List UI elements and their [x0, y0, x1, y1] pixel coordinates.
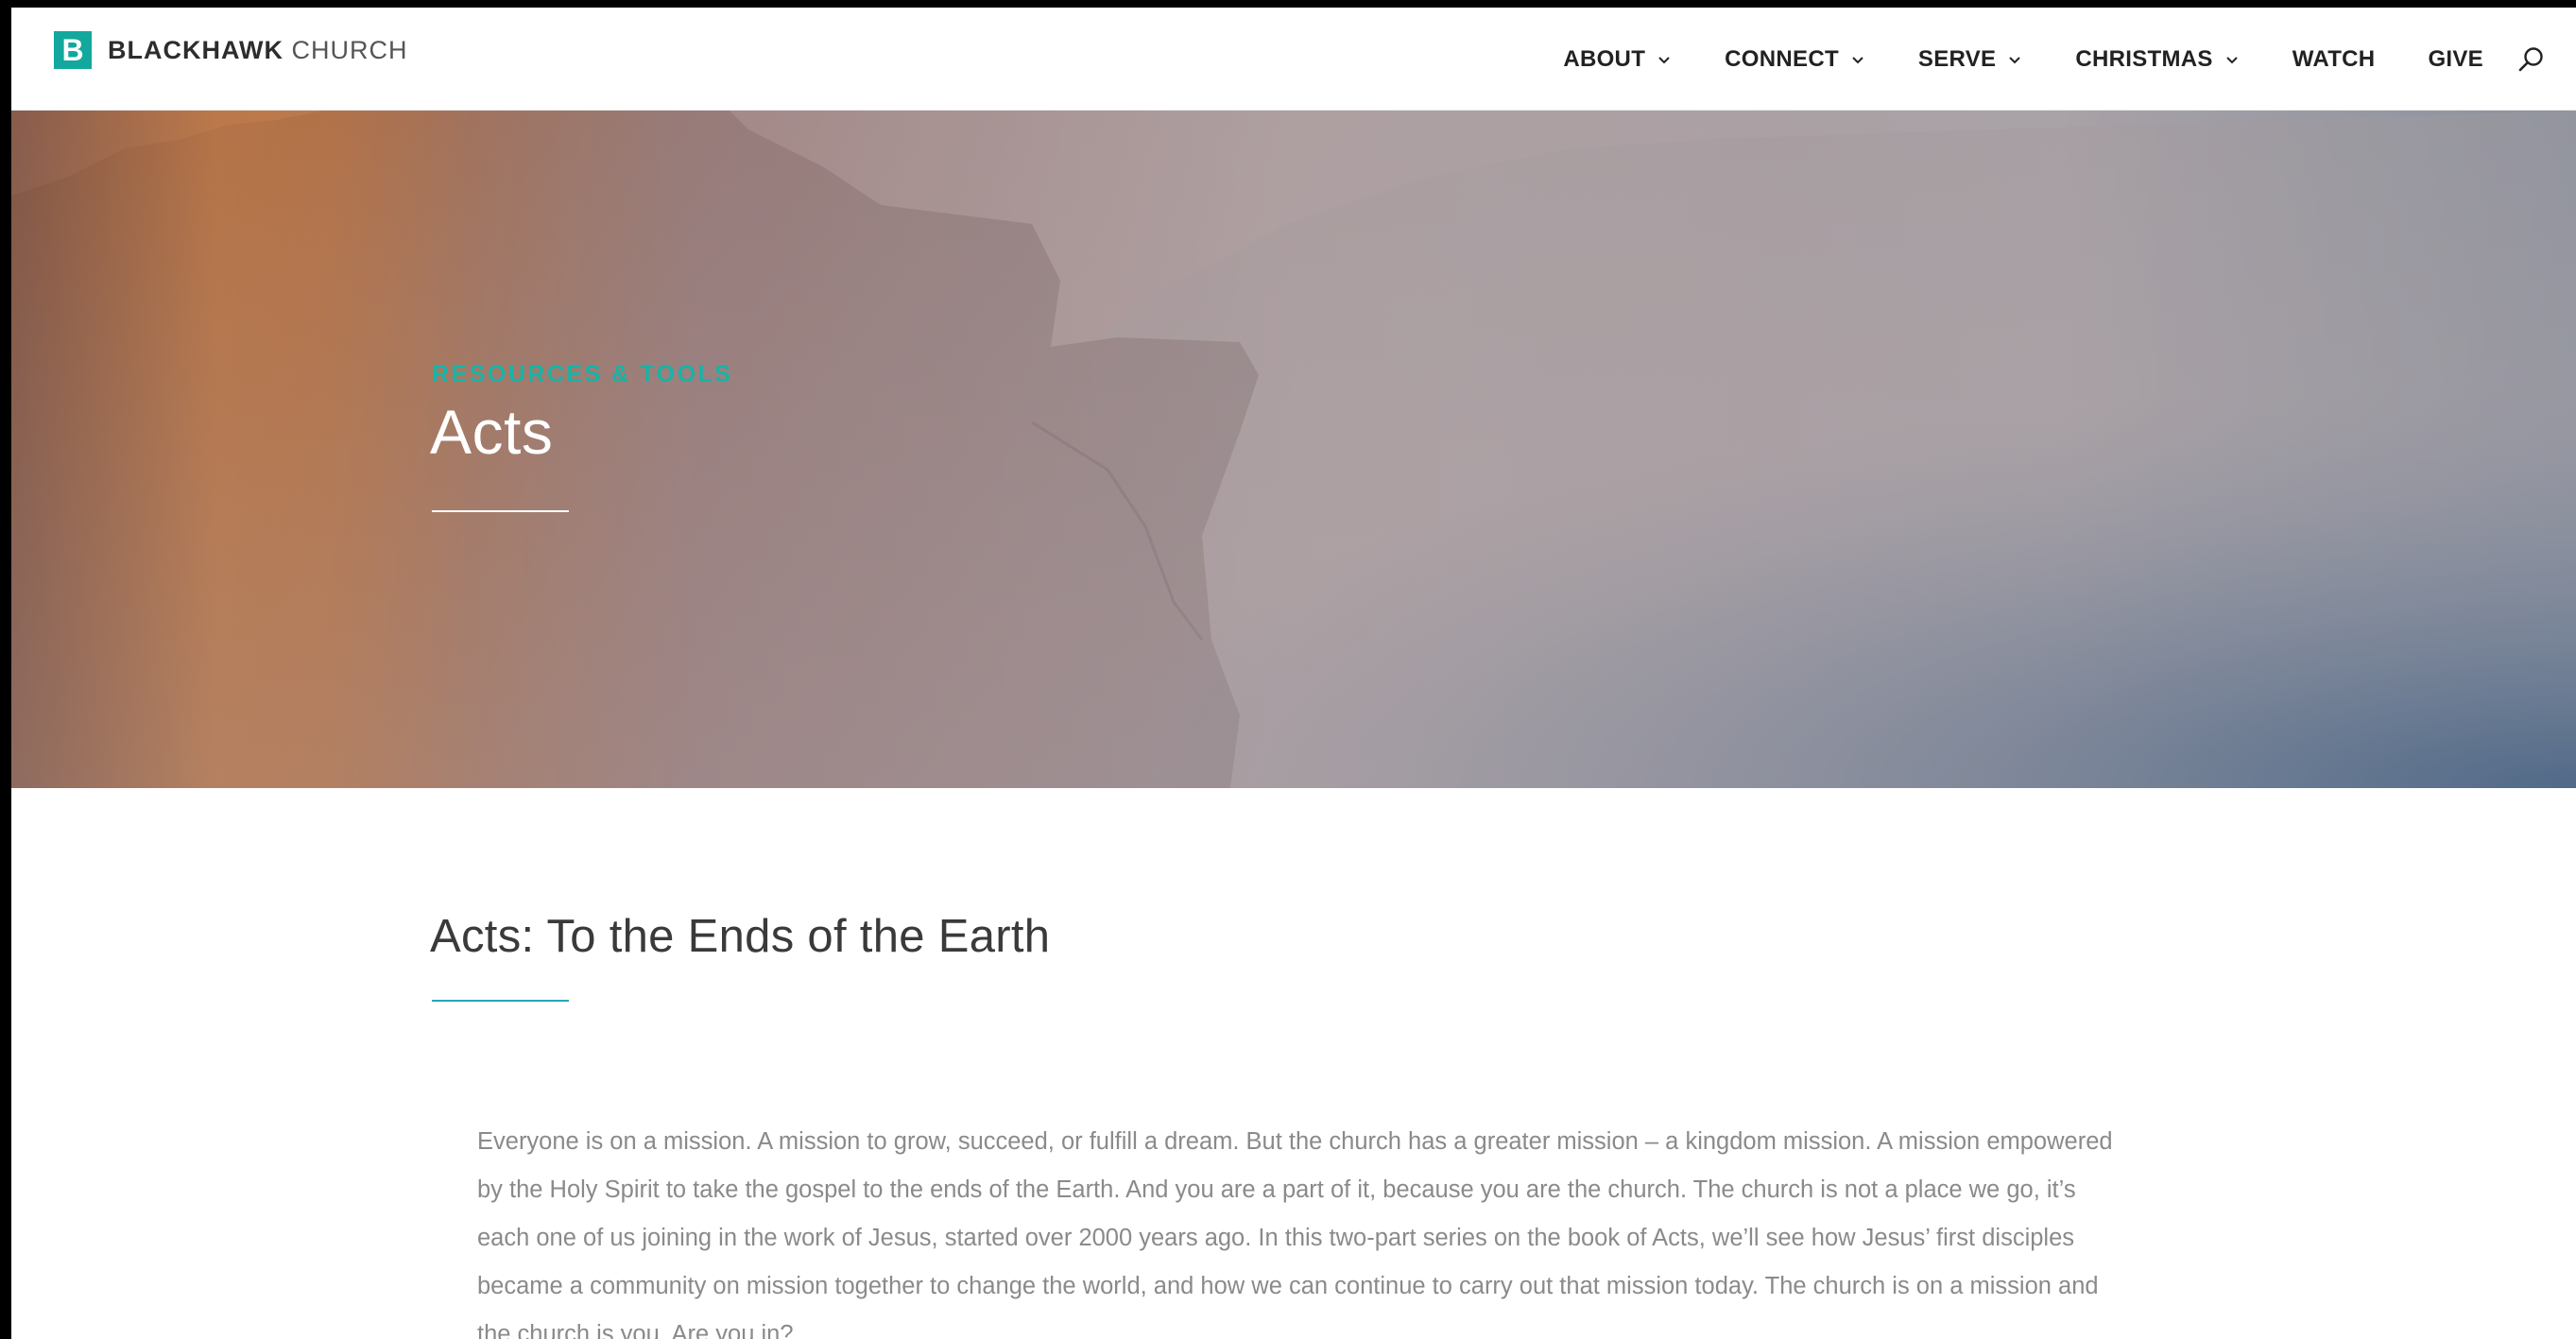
chevron-down-icon — [2009, 56, 2021, 63]
nav-item-label: ABOUT — [1563, 45, 1646, 72]
hero-banner: RESOURCES & TOOLS Acts — [11, 111, 2576, 788]
nav-item-label: CONNECT — [1725, 45, 1839, 72]
hero-eyebrow: RESOURCES & TOOLS — [432, 361, 733, 387]
main-nav: ABOUT CONNECT SERVE CHRISTMAS WATCH GIVE — [1563, 8, 2546, 111]
nav-item-about[interactable]: ABOUT — [1563, 46, 1672, 73]
nav-item-christmas[interactable]: CHRISTMAS — [2075, 46, 2239, 73]
nav-item-label: SERVE — [1917, 45, 1997, 72]
hero-divider — [432, 510, 569, 512]
logo-text: BLACKHAWK CHURCH — [108, 36, 408, 65]
page-title: Acts — [430, 397, 554, 467]
search-icon[interactable] — [2517, 45, 2546, 74]
nav-item-give[interactable]: GIVE — [2428, 46, 2483, 73]
logo-mark: B — [54, 31, 92, 69]
site-header: B BLACKHAWK CHURCH ABOUT CONNECT SERVE C… — [11, 8, 2576, 111]
series-description: Everyone is on a mission. A mission to g… — [477, 1128, 2113, 1339]
nav-item-watch[interactable]: WATCH — [2293, 46, 2376, 73]
nav-item-serve[interactable]: SERVE — [1918, 46, 2022, 73]
section-title: Acts: To the Ends of the Earth — [430, 911, 1051, 962]
logo-name-bold: BLACKHAWK — [108, 35, 283, 64]
page: B BLACKHAWK CHURCH ABOUT CONNECT SERVE C… — [11, 8, 2576, 1339]
hero-background-image — [11, 111, 2576, 788]
chevron-down-icon — [2226, 56, 2238, 63]
chevron-down-icon — [1852, 56, 1863, 63]
section-divider — [432, 1000, 569, 1002]
nav-item-connect[interactable]: CONNECT — [1725, 46, 1865, 73]
chevron-down-icon — [1658, 56, 1670, 63]
logo-name-light: CHURCH — [291, 35, 408, 64]
nav-item-label: WATCH — [2292, 45, 2376, 72]
nav-item-label: GIVE — [2428, 45, 2483, 72]
nav-item-label: CHRISTMAS — [2075, 45, 2213, 72]
site-logo[interactable]: B BLACKHAWK CHURCH — [54, 31, 408, 69]
